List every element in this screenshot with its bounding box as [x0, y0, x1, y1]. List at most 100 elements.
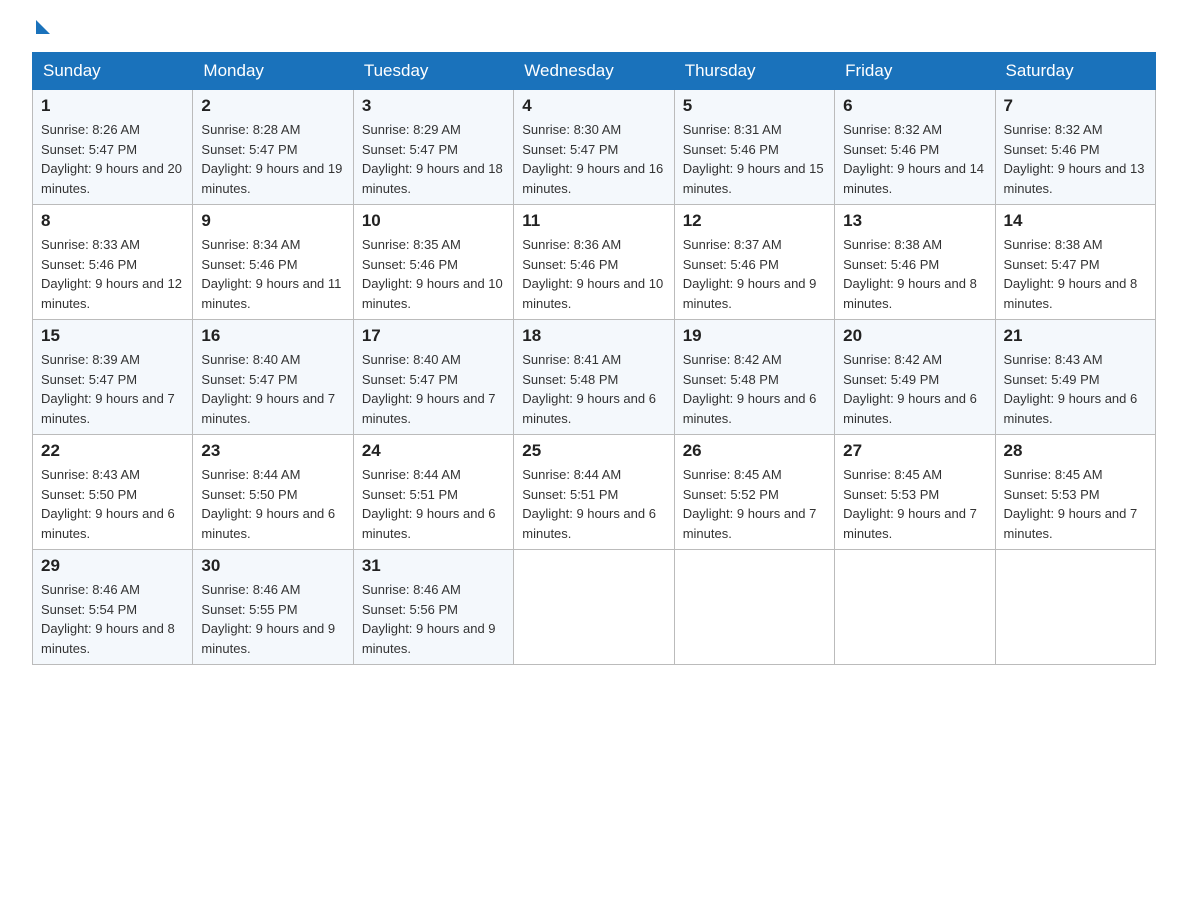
day-number: 13 — [843, 211, 986, 231]
calendar-day-cell: 23 Sunrise: 8:44 AMSunset: 5:50 PMDaylig… — [193, 435, 353, 550]
day-info: Sunrise: 8:29 AMSunset: 5:47 PMDaylight:… — [362, 122, 503, 196]
empty-cell — [514, 550, 674, 665]
day-info: Sunrise: 8:43 AMSunset: 5:50 PMDaylight:… — [41, 467, 175, 541]
day-number: 29 — [41, 556, 184, 576]
page-header — [32, 24, 1156, 34]
day-number: 16 — [201, 326, 344, 346]
calendar-day-cell: 7 Sunrise: 8:32 AMSunset: 5:46 PMDayligh… — [995, 90, 1155, 205]
day-info: Sunrise: 8:28 AMSunset: 5:47 PMDaylight:… — [201, 122, 342, 196]
day-info: Sunrise: 8:33 AMSunset: 5:46 PMDaylight:… — [41, 237, 182, 311]
day-info: Sunrise: 8:44 AMSunset: 5:50 PMDaylight:… — [201, 467, 335, 541]
calendar-day-cell: 17 Sunrise: 8:40 AMSunset: 5:47 PMDaylig… — [353, 320, 513, 435]
day-number: 15 — [41, 326, 184, 346]
day-number: 10 — [362, 211, 505, 231]
col-header-monday: Monday — [193, 53, 353, 90]
calendar-header-row: SundayMondayTuesdayWednesdayThursdayFrid… — [33, 53, 1156, 90]
calendar-day-cell: 9 Sunrise: 8:34 AMSunset: 5:46 PMDayligh… — [193, 205, 353, 320]
day-number: 1 — [41, 96, 184, 116]
day-number: 19 — [683, 326, 826, 346]
day-info: Sunrise: 8:41 AMSunset: 5:48 PMDaylight:… — [522, 352, 656, 426]
calendar-day-cell: 5 Sunrise: 8:31 AMSunset: 5:46 PMDayligh… — [674, 90, 834, 205]
day-number: 25 — [522, 441, 665, 461]
calendar-week-row: 22 Sunrise: 8:43 AMSunset: 5:50 PMDaylig… — [33, 435, 1156, 550]
day-number: 5 — [683, 96, 826, 116]
calendar-day-cell: 15 Sunrise: 8:39 AMSunset: 5:47 PMDaylig… — [33, 320, 193, 435]
calendar-day-cell: 6 Sunrise: 8:32 AMSunset: 5:46 PMDayligh… — [835, 90, 995, 205]
calendar-day-cell: 1 Sunrise: 8:26 AMSunset: 5:47 PMDayligh… — [33, 90, 193, 205]
calendar-day-cell: 13 Sunrise: 8:38 AMSunset: 5:46 PMDaylig… — [835, 205, 995, 320]
day-number: 28 — [1004, 441, 1147, 461]
day-info: Sunrise: 8:36 AMSunset: 5:46 PMDaylight:… — [522, 237, 663, 311]
day-info: Sunrise: 8:37 AMSunset: 5:46 PMDaylight:… — [683, 237, 817, 311]
col-header-thursday: Thursday — [674, 53, 834, 90]
day-info: Sunrise: 8:45 AMSunset: 5:53 PMDaylight:… — [843, 467, 977, 541]
calendar-day-cell: 11 Sunrise: 8:36 AMSunset: 5:46 PMDaylig… — [514, 205, 674, 320]
day-number: 7 — [1004, 96, 1147, 116]
day-info: Sunrise: 8:38 AMSunset: 5:47 PMDaylight:… — [1004, 237, 1138, 311]
calendar-day-cell: 26 Sunrise: 8:45 AMSunset: 5:52 PMDaylig… — [674, 435, 834, 550]
day-info: Sunrise: 8:32 AMSunset: 5:46 PMDaylight:… — [843, 122, 984, 196]
day-number: 3 — [362, 96, 505, 116]
calendar-day-cell: 24 Sunrise: 8:44 AMSunset: 5:51 PMDaylig… — [353, 435, 513, 550]
day-number: 30 — [201, 556, 344, 576]
calendar-day-cell: 4 Sunrise: 8:30 AMSunset: 5:47 PMDayligh… — [514, 90, 674, 205]
day-info: Sunrise: 8:46 AMSunset: 5:54 PMDaylight:… — [41, 582, 175, 656]
empty-cell — [674, 550, 834, 665]
day-info: Sunrise: 8:44 AMSunset: 5:51 PMDaylight:… — [522, 467, 656, 541]
day-info: Sunrise: 8:26 AMSunset: 5:47 PMDaylight:… — [41, 122, 182, 196]
day-info: Sunrise: 8:45 AMSunset: 5:53 PMDaylight:… — [1004, 467, 1138, 541]
day-number: 11 — [522, 211, 665, 231]
calendar-week-row: 8 Sunrise: 8:33 AMSunset: 5:46 PMDayligh… — [33, 205, 1156, 320]
day-info: Sunrise: 8:44 AMSunset: 5:51 PMDaylight:… — [362, 467, 496, 541]
calendar-day-cell: 28 Sunrise: 8:45 AMSunset: 5:53 PMDaylig… — [995, 435, 1155, 550]
day-info: Sunrise: 8:46 AMSunset: 5:55 PMDaylight:… — [201, 582, 335, 656]
day-number: 6 — [843, 96, 986, 116]
col-header-saturday: Saturday — [995, 53, 1155, 90]
day-info: Sunrise: 8:45 AMSunset: 5:52 PMDaylight:… — [683, 467, 817, 541]
day-info: Sunrise: 8:39 AMSunset: 5:47 PMDaylight:… — [41, 352, 175, 426]
day-info: Sunrise: 8:32 AMSunset: 5:46 PMDaylight:… — [1004, 122, 1145, 196]
day-info: Sunrise: 8:40 AMSunset: 5:47 PMDaylight:… — [201, 352, 335, 426]
calendar-day-cell: 2 Sunrise: 8:28 AMSunset: 5:47 PMDayligh… — [193, 90, 353, 205]
day-number: 24 — [362, 441, 505, 461]
day-info: Sunrise: 8:35 AMSunset: 5:46 PMDaylight:… — [362, 237, 503, 311]
day-info: Sunrise: 8:34 AMSunset: 5:46 PMDaylight:… — [201, 237, 341, 311]
logo-triangle-icon — [36, 20, 50, 34]
calendar-day-cell: 10 Sunrise: 8:35 AMSunset: 5:46 PMDaylig… — [353, 205, 513, 320]
day-number: 2 — [201, 96, 344, 116]
calendar-day-cell: 12 Sunrise: 8:37 AMSunset: 5:46 PMDaylig… — [674, 205, 834, 320]
col-header-wednesday: Wednesday — [514, 53, 674, 90]
col-header-friday: Friday — [835, 53, 995, 90]
calendar-day-cell: 22 Sunrise: 8:43 AMSunset: 5:50 PMDaylig… — [33, 435, 193, 550]
empty-cell — [995, 550, 1155, 665]
day-info: Sunrise: 8:42 AMSunset: 5:49 PMDaylight:… — [843, 352, 977, 426]
calendar-day-cell: 31 Sunrise: 8:46 AMSunset: 5:56 PMDaylig… — [353, 550, 513, 665]
calendar-day-cell: 14 Sunrise: 8:38 AMSunset: 5:47 PMDaylig… — [995, 205, 1155, 320]
calendar-week-row: 29 Sunrise: 8:46 AMSunset: 5:54 PMDaylig… — [33, 550, 1156, 665]
day-number: 31 — [362, 556, 505, 576]
calendar-day-cell: 3 Sunrise: 8:29 AMSunset: 5:47 PMDayligh… — [353, 90, 513, 205]
day-number: 18 — [522, 326, 665, 346]
calendar-day-cell: 21 Sunrise: 8:43 AMSunset: 5:49 PMDaylig… — [995, 320, 1155, 435]
day-info: Sunrise: 8:46 AMSunset: 5:56 PMDaylight:… — [362, 582, 496, 656]
day-number: 27 — [843, 441, 986, 461]
day-number: 12 — [683, 211, 826, 231]
col-header-sunday: Sunday — [33, 53, 193, 90]
day-number: 23 — [201, 441, 344, 461]
calendar-day-cell: 27 Sunrise: 8:45 AMSunset: 5:53 PMDaylig… — [835, 435, 995, 550]
calendar-week-row: 1 Sunrise: 8:26 AMSunset: 5:47 PMDayligh… — [33, 90, 1156, 205]
day-number: 8 — [41, 211, 184, 231]
day-number: 17 — [362, 326, 505, 346]
day-number: 26 — [683, 441, 826, 461]
calendar-table: SundayMondayTuesdayWednesdayThursdayFrid… — [32, 52, 1156, 665]
calendar-week-row: 15 Sunrise: 8:39 AMSunset: 5:47 PMDaylig… — [33, 320, 1156, 435]
day-number: 9 — [201, 211, 344, 231]
day-number: 21 — [1004, 326, 1147, 346]
logo — [32, 24, 50, 34]
calendar-day-cell: 29 Sunrise: 8:46 AMSunset: 5:54 PMDaylig… — [33, 550, 193, 665]
calendar-day-cell: 8 Sunrise: 8:33 AMSunset: 5:46 PMDayligh… — [33, 205, 193, 320]
day-number: 22 — [41, 441, 184, 461]
day-info: Sunrise: 8:40 AMSunset: 5:47 PMDaylight:… — [362, 352, 496, 426]
day-info: Sunrise: 8:30 AMSunset: 5:47 PMDaylight:… — [522, 122, 663, 196]
calendar-day-cell: 18 Sunrise: 8:41 AMSunset: 5:48 PMDaylig… — [514, 320, 674, 435]
